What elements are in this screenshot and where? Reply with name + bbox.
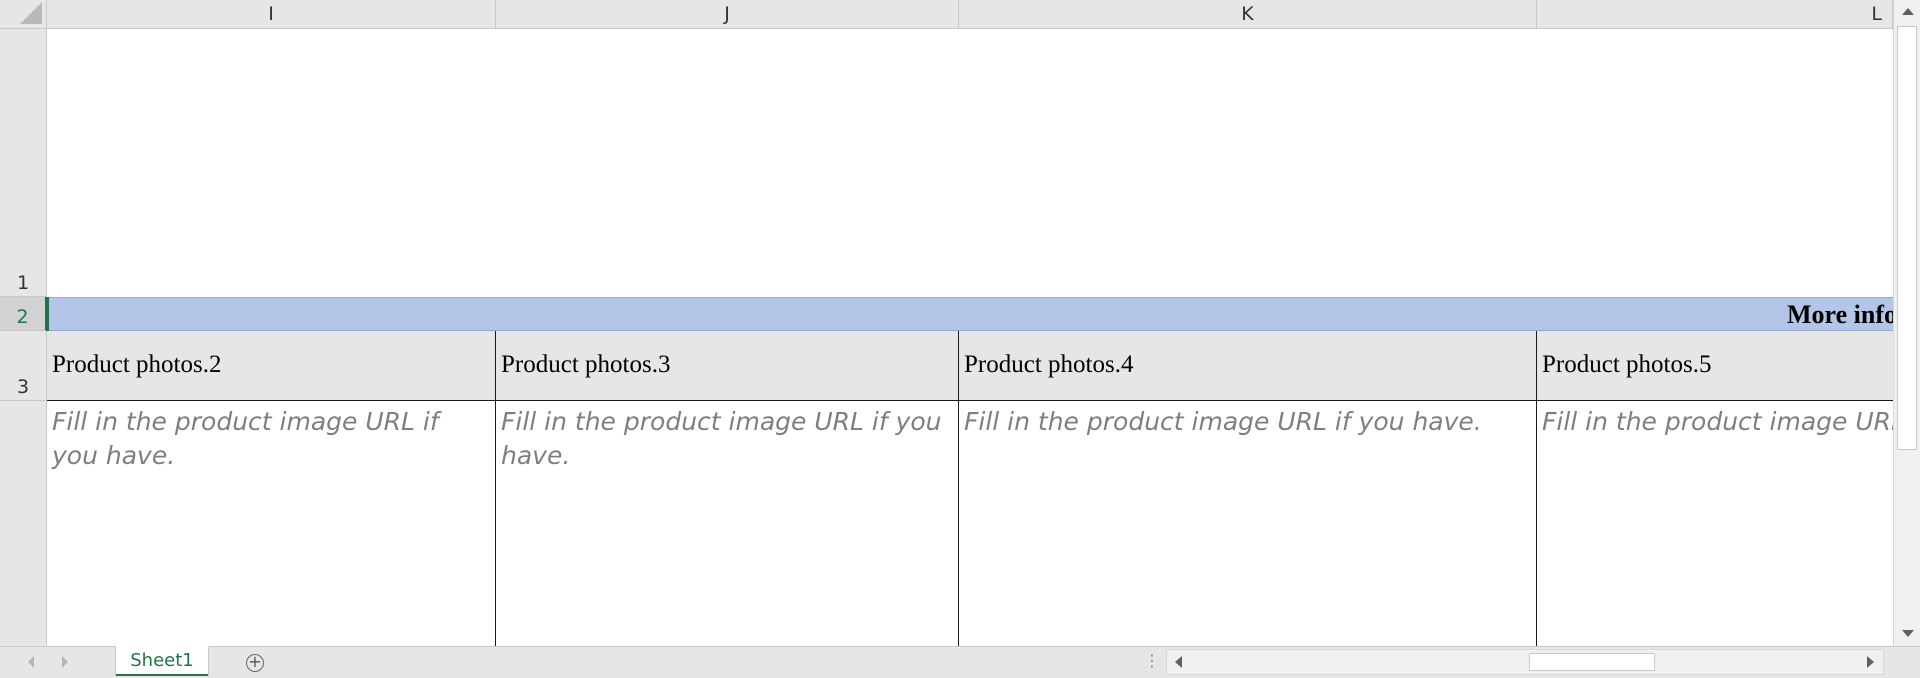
selection-indicator <box>46 297 49 331</box>
horizontal-scroll-thumb[interactable] <box>1529 653 1655 671</box>
hint-cell-i[interactable]: Fill in the product image URL if you hav… <box>47 401 496 646</box>
header-cell-product-photos-4[interactable]: Product photos.4 <box>959 331 1537 401</box>
sheet-nav-prev-icon[interactable] <box>28 656 34 668</box>
vertical-scroll-thumb[interactable] <box>1897 26 1917 450</box>
scroll-left-icon[interactable] <box>1175 656 1182 668</box>
row-1-cells[interactable] <box>47 29 1893 297</box>
add-sheet-icon[interactable]: + <box>246 654 264 672</box>
sheet-nav-next-icon[interactable] <box>62 656 68 668</box>
row-header-3[interactable]: 3 <box>0 331 47 401</box>
header-cell-product-photos-2[interactable]: Product photos.2 <box>47 331 496 401</box>
sheet-tab-sheet1[interactable]: Sheet1 <box>116 646 208 676</box>
tab-split-handle[interactable]: ⋮ <box>1144 651 1160 670</box>
vertical-scrollbar[interactable] <box>1893 0 1920 646</box>
column-header-j[interactable]: J <box>496 0 959 29</box>
scroll-right-icon[interactable] <box>1867 656 1874 668</box>
column-header-i[interactable]: I <box>47 0 496 29</box>
column-header-l[interactable]: L <box>1537 0 1893 29</box>
column-header-k[interactable]: K <box>959 0 1537 29</box>
more-info-banner[interactable]: More info <box>47 297 1893 331</box>
scroll-down-icon[interactable] <box>1902 630 1914 637</box>
select-all-button[interactable] <box>0 0 47 29</box>
row-header-1[interactable]: 1 <box>0 29 47 297</box>
row-header-4[interactable] <box>0 401 47 646</box>
select-all-icon <box>20 2 42 24</box>
hint-cell-k[interactable]: Fill in the product image URL if you hav… <box>959 401 1537 646</box>
header-cell-product-photos-5[interactable]: Product photos.5 <box>1537 331 1893 401</box>
hint-cell-l[interactable]: Fill in the product image URL if you hav… <box>1537 401 1893 646</box>
scroll-up-icon[interactable] <box>1902 8 1914 15</box>
horizontal-scrollbar[interactable] <box>1166 649 1884 675</box>
hint-cell-j[interactable]: Fill in the product image URL if you hav… <box>496 401 959 646</box>
spreadsheet-grid: I J K L 1 2 3 More info Product photos.2… <box>0 0 1920 678</box>
row-header-2[interactable]: 2 <box>0 297 47 331</box>
header-cell-product-photos-3[interactable]: Product photos.3 <box>496 331 959 401</box>
sheet-tab-bar: Sheet1 + ⋮ <box>0 646 1920 678</box>
more-info-label: More info <box>1787 300 1893 329</box>
